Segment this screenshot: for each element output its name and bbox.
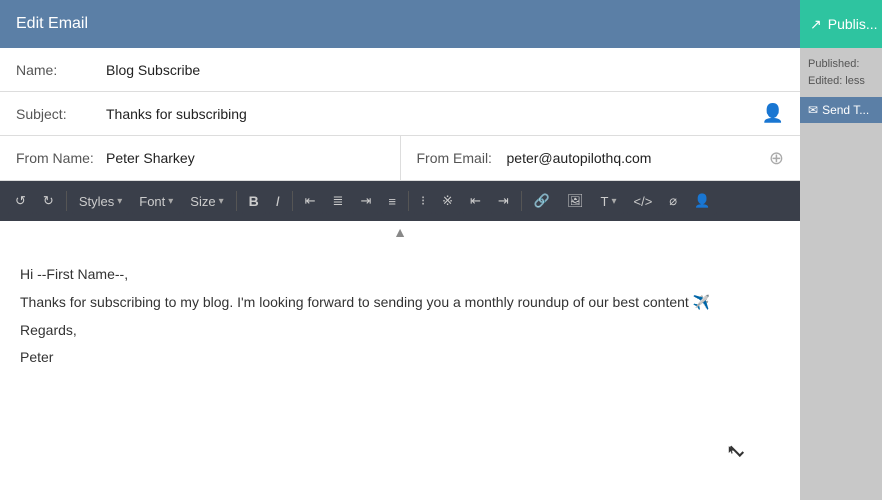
- undo-button[interactable]: ↺: [8, 187, 33, 215]
- published-status: Published:: [808, 56, 865, 73]
- mouse-cursor: [728, 440, 740, 460]
- size-dropdown[interactable]: Size: [183, 187, 230, 215]
- styles-dropdown[interactable]: Styles: [72, 187, 129, 215]
- editor-toolbar: ↺ ↻ Styles Font Size B I ⇤ ≣ ⇥ ≡ ⁝ ※ ⇤ ⇥…: [0, 181, 800, 221]
- indent-dec-button[interactable]: ⇤: [463, 187, 488, 215]
- add-icon[interactable]: ⊕: [769, 148, 784, 169]
- toolbar-sep-1: [66, 191, 67, 211]
- right-panel: ↗ Publis... Published: Edited: less ✉ Se…: [800, 0, 882, 500]
- publish-label: Publis...: [828, 16, 878, 32]
- editor-area[interactable]: Hi --First Name--, Thanks for subscribin…: [0, 243, 800, 500]
- personalize-button[interactable]: 👤: [687, 187, 717, 215]
- header-title: Edit Email: [16, 15, 88, 33]
- toolbar-sep-3: [292, 191, 293, 211]
- toolbar-sep-2: [236, 191, 237, 211]
- edited-status: Edited: less: [808, 73, 865, 90]
- from-email-value: peter@autopilothq.com: [507, 150, 769, 166]
- font-dropdown[interactable]: Font: [132, 187, 180, 215]
- subject-value: Thanks for subscribing: [106, 106, 762, 122]
- publish-icon: ↗: [810, 16, 822, 33]
- name-label: Name:: [16, 62, 106, 78]
- align-center-button[interactable]: ≣: [326, 187, 351, 215]
- from-row: From Name: Peter Sharkey From Email: pet…: [0, 136, 800, 181]
- from-name-label: From Name:: [16, 150, 106, 166]
- list-bullet-button[interactable]: ⁝: [414, 187, 432, 215]
- align-right-button[interactable]: ⇥: [353, 187, 378, 215]
- send-test-button[interactable]: ✉ Send T...: [800, 97, 882, 123]
- toolbar-sep-4: [408, 191, 409, 211]
- publish-button[interactable]: ↗ Publis...: [800, 0, 882, 48]
- code-button[interactable]: </>: [627, 187, 660, 215]
- align-left-button[interactable]: ⇤: [298, 187, 323, 215]
- block-button[interactable]: ⌀: [662, 187, 684, 215]
- italic-button[interactable]: I: [269, 187, 287, 215]
- send-test-icon: ✉: [808, 103, 818, 117]
- list-ordered-button[interactable]: ※: [435, 187, 460, 215]
- edit-email-header: Edit Email: [0, 0, 800, 48]
- indent-inc-button[interactable]: ⇥: [491, 187, 516, 215]
- editor-line-4: Peter: [20, 346, 780, 370]
- bold-button[interactable]: B: [242, 187, 266, 215]
- name-value: Blog Subscribe: [106, 62, 784, 78]
- image-button[interactable]: 🖼: [560, 187, 591, 215]
- subject-label: Subject:: [16, 106, 106, 122]
- toolbar-arrow[interactable]: ▲: [0, 221, 800, 243]
- send-test-label: Send T...: [822, 103, 869, 117]
- from-name-value: Peter Sharkey: [106, 150, 384, 166]
- editor-line-1: Hi --First Name--,: [20, 263, 780, 287]
- align-justify-button[interactable]: ≡: [381, 187, 403, 215]
- toolbar-sep-5: [521, 191, 522, 211]
- from-email-half: From Email: peter@autopilothq.com ⊕: [401, 136, 801, 180]
- redo-button[interactable]: ↻: [36, 187, 61, 215]
- format-button[interactable]: T: [594, 187, 624, 215]
- publish-meta: Published: Edited: less: [800, 48, 873, 97]
- editor-line-3: Regards,: [20, 319, 780, 343]
- link-button[interactable]: 🔗: [527, 187, 557, 215]
- subject-row: Subject: Thanks for subscribing 👤: [0, 92, 800, 136]
- editor-line-2: Thanks for subscribing to my blog. I'm l…: [20, 291, 780, 315]
- from-email-label: From Email:: [417, 150, 507, 166]
- person-icon[interactable]: 👤: [762, 103, 784, 124]
- from-name-half: From Name: Peter Sharkey: [0, 136, 401, 180]
- name-row: Name: Blog Subscribe: [0, 48, 800, 92]
